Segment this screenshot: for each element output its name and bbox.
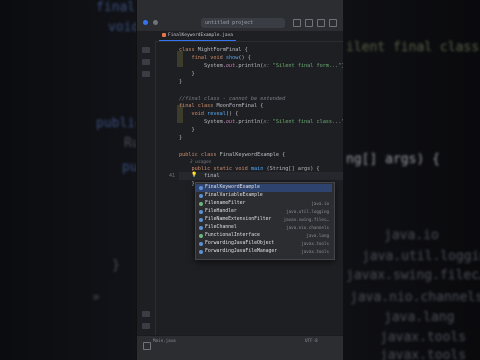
class-icon [199,210,203,214]
tool-window-bar [137,41,156,335]
debug-icon[interactable] [305,19,313,27]
code-line: final class MoonFormFinal { [179,103,264,109]
completion-item[interactable]: FileNameExtensionFilter javax.swing.filec… [196,216,332,224]
status-file: Main.java [153,338,176,343]
tab-label: FinalKeywordExample.java [168,33,234,38]
bg-text: javax.tools [380,330,467,345]
code-line: System.out.println(x: "Silent final form… [179,63,343,69]
completion-item[interactable]: FinalKeywordExample [196,184,332,192]
bg-text: javax.swing.filec… [346,268,480,283]
status-icon[interactable] [143,342,151,350]
bg-text: public [96,116,143,131]
bg-text: ng[] args) { [346,152,440,167]
ide-window: untitled project FinalKeywordExample.jav… [137,0,343,360]
code-line: } [179,79,183,85]
class-icon [199,186,203,190]
usages-hint[interactable]: 3 usages [179,159,212,166]
search-icon[interactable] [317,19,325,27]
java-file-icon [162,32,166,37]
commit-icon[interactable] [142,71,150,77]
project-icon[interactable] [142,47,150,53]
project-selector[interactable]: untitled project [201,18,285,28]
code-line: class MightFormFinal { [179,47,248,53]
run-icon[interactable] [293,19,301,27]
tab-finalkeywordexample[interactable]: FinalKeywordExample.java [159,32,237,41]
code-line: void reveal() { [191,111,239,117]
bg-text: } [112,258,120,273]
bg-text: final [96,0,136,15]
title-bar: untitled project [137,0,343,32]
terminal-icon[interactable] [142,311,150,317]
code-line: } [179,181,195,187]
problems-icon[interactable] [142,323,150,329]
structure-icon[interactable] [142,59,150,65]
interface-icon [199,234,203,238]
status-bar: Main.java UTF-8 [137,335,343,360]
bg-text: ilent final class..."); [346,40,480,55]
bg-text: void [108,20,140,35]
code-line: public static void main (String[] args) … [191,166,320,172]
interface-icon [199,202,203,206]
bg-text: » [92,290,100,305]
class-icon [199,194,203,198]
completion-item[interactable]: FileChannel java.nio.channels [196,224,332,232]
bg-text: java.nio.channels [350,290,480,305]
code-line-typing: final [179,173,220,179]
app-icon[interactable] [143,20,148,25]
completion-item[interactable]: FilenameFilter java.io [196,200,332,208]
code-line: } [179,135,183,141]
status-encoding[interactable]: UTF-8 [305,338,318,343]
completion-item[interactable]: ForwardingJavaFileObject javax.tools [196,240,332,248]
class-icon [199,242,203,246]
class-icon [199,218,203,222]
code-line: } [179,71,195,77]
code-line: public class FinalKeywordExample { [179,152,286,158]
completion-item[interactable]: ForwardingJavaFileManager javax.tools [196,248,332,256]
settings-icon[interactable] [329,19,337,27]
class-icon [199,250,203,254]
completion-item[interactable]: FileHandler java.util.logging [196,208,332,216]
bg-text: javax.tools [380,348,467,360]
completion-item[interactable]: FinalVariableExample [196,192,332,200]
code-line: System.out.println(x: "Silent final clas… [179,119,343,125]
code-comment: //final class - cannot be extended [179,96,286,102]
code-line: } [179,127,195,133]
completion-item[interactable]: FunctionalInterface java.lang [196,232,332,240]
line-number: 41 [168,173,175,179]
bg-text: java.io [384,228,439,243]
code-completion-popup: FinalKeywordExample FinalVariableExample… [195,182,335,260]
class-icon [199,226,203,230]
bg-text: java.lang [384,310,455,325]
bg-text: java.util.logging [362,249,480,264]
code-line: final void show() { [191,55,251,61]
menu-icon[interactable] [153,20,158,25]
